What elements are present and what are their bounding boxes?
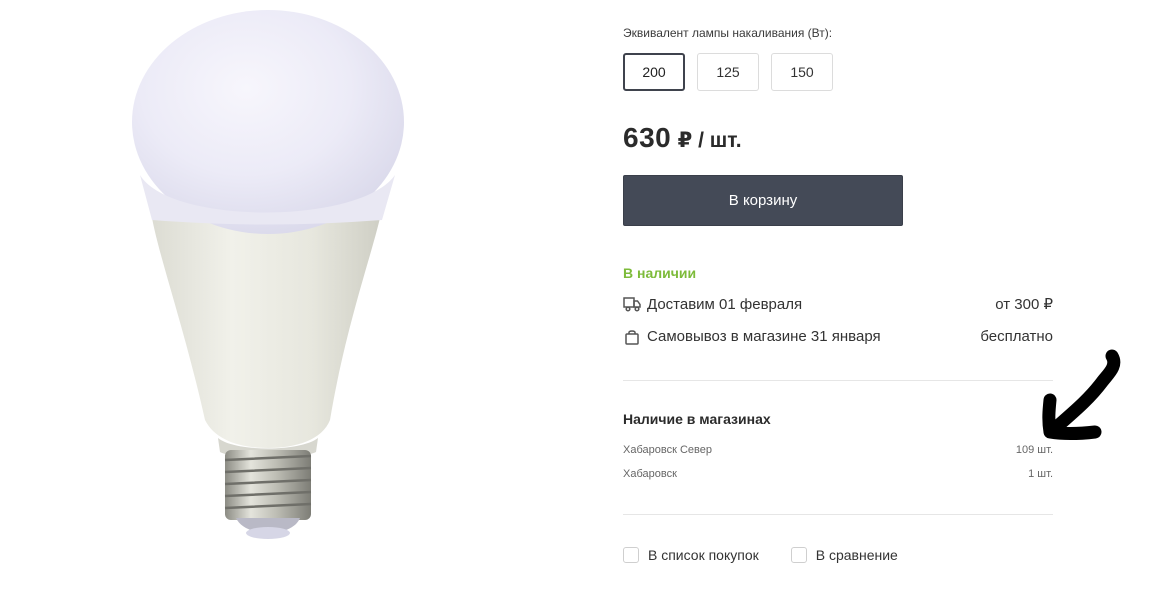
wattage-option-125[interactable]: 125 bbox=[697, 53, 759, 91]
shopping-bag-icon bbox=[623, 327, 641, 345]
pickup-price: бесплатно bbox=[980, 327, 1053, 345]
product-actions: В список покупок В сравнение bbox=[623, 547, 930, 563]
store-qty: 109 шт. bbox=[1015, 444, 1053, 456]
wattage-option-200[interactable]: 200 bbox=[623, 53, 685, 91]
stock-status: В наличии bbox=[623, 265, 697, 281]
checkbox-icon[interactable] bbox=[623, 547, 639, 563]
pickup-text: Самовывоз в магазине 31 января bbox=[647, 327, 881, 345]
store-qty: 1 шт. bbox=[1028, 468, 1053, 480]
compare-checkbox[interactable]: В сравнение bbox=[790, 547, 898, 563]
price: 630 ₽ / шт. bbox=[623, 122, 742, 154]
light-bulb-image bbox=[132, 10, 404, 539]
shopping-list-checkbox[interactable]: В список покупок bbox=[623, 547, 759, 563]
store-row: Хабаровск Север 109 шт. bbox=[623, 444, 1053, 456]
store-row: Хабаровск 1 шт. bbox=[623, 468, 1053, 480]
store-name: Хабаровск bbox=[623, 468, 677, 480]
product-page: Эквивалент лампы накаливания (Вт): 200 1… bbox=[0, 0, 1157, 613]
compare-label: В сравнение bbox=[815, 547, 898, 563]
pickup-row: Самовывоз в магазине 31 января бесплатно bbox=[623, 325, 1053, 347]
divider bbox=[623, 514, 1053, 515]
delivery-price: от 300 ₽ bbox=[995, 296, 1053, 313]
delivery-row: Доставим 01 февраля от 300 ₽ bbox=[623, 293, 1053, 315]
wattage-option-150[interactable]: 150 bbox=[771, 53, 833, 91]
add-to-cart-button[interactable]: В корзину bbox=[623, 175, 903, 226]
divider bbox=[623, 380, 1053, 381]
truck-icon bbox=[623, 295, 641, 313]
shopping-list-label: В список покупок bbox=[648, 547, 759, 563]
price-unit: ₽ / шт. bbox=[677, 129, 742, 152]
wattage-options: 200 125 150 bbox=[623, 53, 833, 91]
arrow-annotation-icon bbox=[1042, 349, 1121, 440]
delivery-text: Доставим 01 февраля bbox=[647, 295, 803, 313]
product-image bbox=[0, 0, 570, 565]
checkbox-icon[interactable] bbox=[790, 547, 807, 563]
wattage-option-label: Эквивалент лампы накаливания (Вт): bbox=[623, 26, 833, 40]
store-name: Хабаровск Север bbox=[623, 444, 712, 456]
price-amount: 630 bbox=[623, 122, 672, 153]
stores-title: Наличие в магазинах bbox=[623, 411, 771, 427]
